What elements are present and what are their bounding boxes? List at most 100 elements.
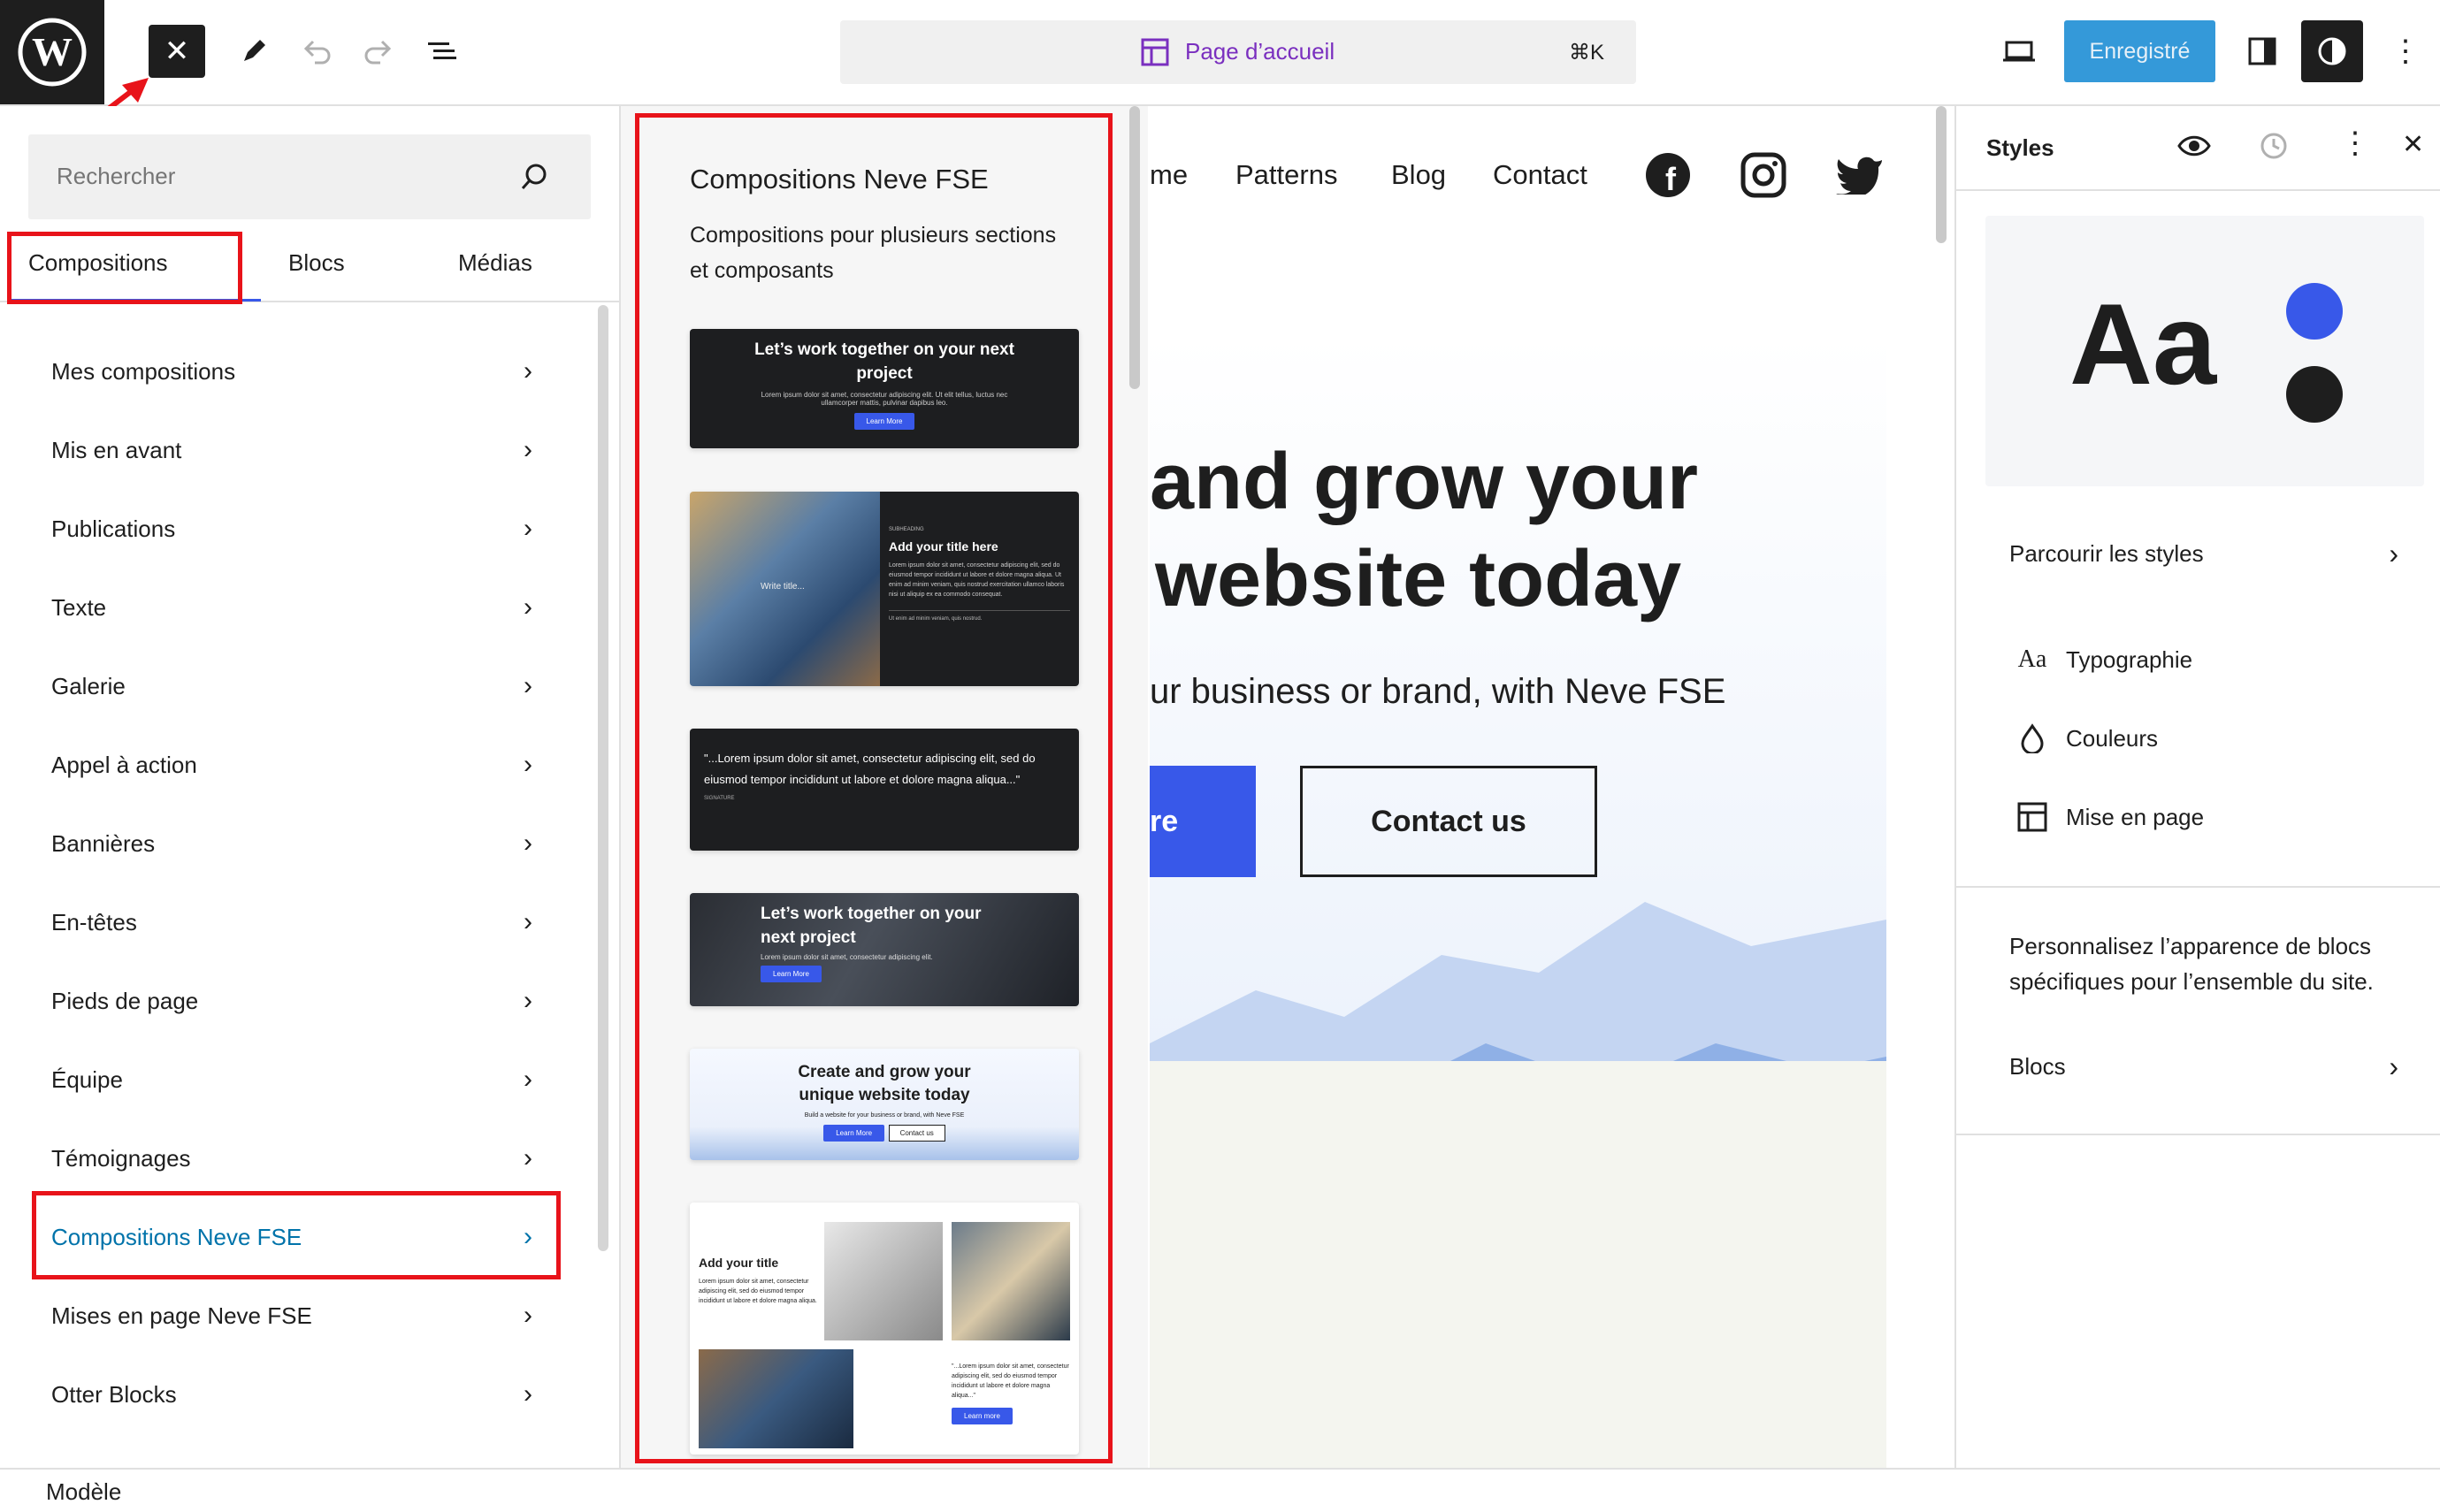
nav-link-patterns[interactable]: Patterns	[1235, 159, 1337, 191]
pattern-quote: "...Lorem ipsum dolor sit amet, consecte…	[704, 752, 1036, 786]
close-icon: ✕	[164, 34, 190, 68]
close-icon[interactable]: ✕	[2402, 129, 2424, 160]
device-preview-button[interactable]	[1997, 29, 2041, 73]
facebook-icon[interactable]: f	[1645, 152, 1691, 198]
command-palette-bar[interactable]: Page d’accueil ⌘K	[840, 20, 1636, 84]
category-item[interactable]: Texte ›	[32, 572, 545, 643]
pattern-columns: Ut enim ad minim veniam, quis nostrud.	[889, 610, 1070, 622]
style-preview-card[interactable]: Aa	[1985, 216, 2424, 486]
hero-heading-line: website today	[1155, 535, 1682, 623]
settings-sidebar-button[interactable]	[2240, 29, 2284, 73]
pattern-card[interactable]: Create and grow your unique website toda…	[690, 1049, 1079, 1160]
panel-divider	[1956, 1134, 2440, 1135]
highlight-box	[32, 1191, 561, 1279]
scrollbar[interactable]	[598, 305, 608, 1251]
pattern-card[interactable]: Write title... SUBHEADING Add your title…	[690, 492, 1079, 686]
pattern-text: Lorem ipsum dolor sit amet, consectetur …	[699, 1279, 817, 1304]
chevron-right-icon: ›	[524, 514, 532, 543]
undo-button[interactable]	[294, 29, 339, 73]
svg-text:W: W	[32, 29, 73, 74]
redo-button[interactable]	[356, 29, 401, 73]
category-item[interactable]: Témoignages ›	[32, 1123, 545, 1194]
category-item[interactable]: Appel à action ›	[32, 729, 545, 800]
chevron-right-icon: ›	[2389, 1050, 2398, 1082]
nav-link-contact[interactable]: Contact	[1493, 159, 1587, 191]
primary-color-swatch	[2286, 283, 2343, 340]
layout-row[interactable]: Mise en page	[2015, 802, 2204, 832]
canvas-section	[1150, 1061, 1886, 1468]
learn-more-button[interactable]: re	[1150, 766, 1256, 877]
hero-subheading: ur business or brand, with Neve FSE	[1150, 672, 1726, 711]
category-label: Appel à action	[51, 751, 197, 778]
instagram-icon[interactable]	[1740, 152, 1786, 198]
typography-preview: Aa	[2069, 279, 2217, 409]
image-overlay-text: Write title...	[761, 582, 805, 592]
pattern-image	[952, 1222, 1070, 1340]
patterns-description: Compositions pour plusieurs sections et …	[690, 223, 1057, 283]
category-item[interactable]: Otter Blocks ›	[32, 1359, 545, 1430]
breadcrumb-template[interactable]: Modèle	[46, 1478, 121, 1506]
category-label: Pieds de page	[51, 987, 199, 1014]
pattern-card[interactable]: Let’s work together on your next project…	[690, 329, 1079, 448]
pattern-text: Lorem ipsum dolor sit amet, consectetur …	[761, 953, 933, 961]
twitter-icon[interactable]	[1836, 156, 1884, 195]
current-page-label: Page d’accueil	[1185, 38, 1335, 65]
blocks-label: Blocs	[2009, 1053, 2066, 1080]
scrollbar[interactable]	[1129, 106, 1140, 389]
browse-styles-label: Parcourir les styles	[2009, 540, 2204, 567]
colors-row[interactable]: Couleurs	[2015, 723, 2158, 753]
nav-link-blog[interactable]: Blog	[1391, 159, 1446, 191]
category-item[interactable]: Galerie ›	[32, 651, 545, 722]
command-shortcut: ⌘K	[1568, 41, 1604, 65]
pattern-image: Write title...	[690, 492, 880, 686]
document-overview-button[interactable]	[420, 29, 464, 73]
category-item[interactable]: Équipe ›	[32, 1044, 545, 1115]
category-item[interactable]: Pieds de page ›	[32, 966, 545, 1036]
scrollbar[interactable]	[1936, 106, 1947, 243]
category-label: Témoignages	[51, 1144, 191, 1172]
styles-button[interactable]	[2301, 20, 2363, 82]
search-input[interactable]: Rechercher	[28, 134, 591, 219]
vertical-ellipsis-icon[interactable]: ⋮	[2340, 126, 2370, 161]
svg-text:f: f	[1665, 161, 1677, 197]
category-item[interactable]: Publications ›	[32, 493, 545, 564]
desktop-icon	[2003, 41, 2035, 62]
tab-media[interactable]: Médias	[458, 249, 532, 277]
chevron-right-icon: ›	[524, 1143, 532, 1172]
chevron-right-icon: ›	[524, 750, 532, 779]
pattern-card[interactable]: Add your title Lorem ipsum dolor sit ame…	[690, 1203, 1079, 1455]
panel-divider	[1956, 886, 2440, 888]
half-contrast-icon	[2318, 37, 2346, 65]
patterns-title: Compositions Neve FSE	[690, 164, 989, 195]
colors-label: Couleurs	[2066, 724, 2159, 752]
pattern-button-outline: Contact us	[888, 1125, 945, 1142]
tab-blocks[interactable]: Blocs	[288, 249, 345, 277]
list-view-icon	[428, 42, 456, 59]
typography-row[interactable]: Aa Typographie	[2015, 645, 2192, 674]
chevron-right-icon: ›	[524, 356, 532, 386]
site-editor-canvas[interactable]: me Patterns Blog Contact f and grow your…	[1150, 106, 1886, 1468]
vertical-ellipsis-icon: ⋮	[2390, 34, 2421, 68]
pattern-title: Create and grow your unique website toda…	[798, 1063, 971, 1104]
blocks-row[interactable]: Blocs ›	[2009, 1050, 2398, 1083]
contact-us-button[interactable]: Contact us	[1300, 766, 1597, 877]
sidebar-icon	[2248, 37, 2276, 65]
category-item[interactable]: Bannières ›	[32, 808, 545, 879]
highlight-box	[7, 232, 242, 304]
pattern-title: Add your title	[699, 1256, 779, 1270]
category-item[interactable]: Mises en page Neve FSE ›	[32, 1280, 545, 1351]
eye-icon[interactable]	[2177, 133, 2211, 159]
pattern-card[interactable]: "...Lorem ipsum dolor sit amet, consecte…	[690, 729, 1079, 851]
category-item[interactable]: Mis en avant ›	[32, 415, 545, 485]
chevron-right-icon: ›	[524, 829, 532, 858]
pattern-card[interactable]: Let’s work together on your next project…	[690, 893, 1079, 1006]
category-item[interactable]: Mes compositions ›	[32, 336, 545, 407]
category-item[interactable]: En-têtes ›	[32, 887, 545, 958]
undo-icon	[303, 40, 331, 65]
revisions-history-icon[interactable]	[2257, 130, 2289, 162]
save-button[interactable]: Enregistré	[2064, 20, 2215, 82]
browse-styles-row[interactable]: Parcourir les styles ›	[2009, 538, 2398, 570]
nav-link-home[interactable]: me	[1150, 159, 1188, 191]
options-menu-button[interactable]: ⋮	[2388, 29, 2423, 73]
pen-tool-button[interactable]	[232, 29, 276, 73]
